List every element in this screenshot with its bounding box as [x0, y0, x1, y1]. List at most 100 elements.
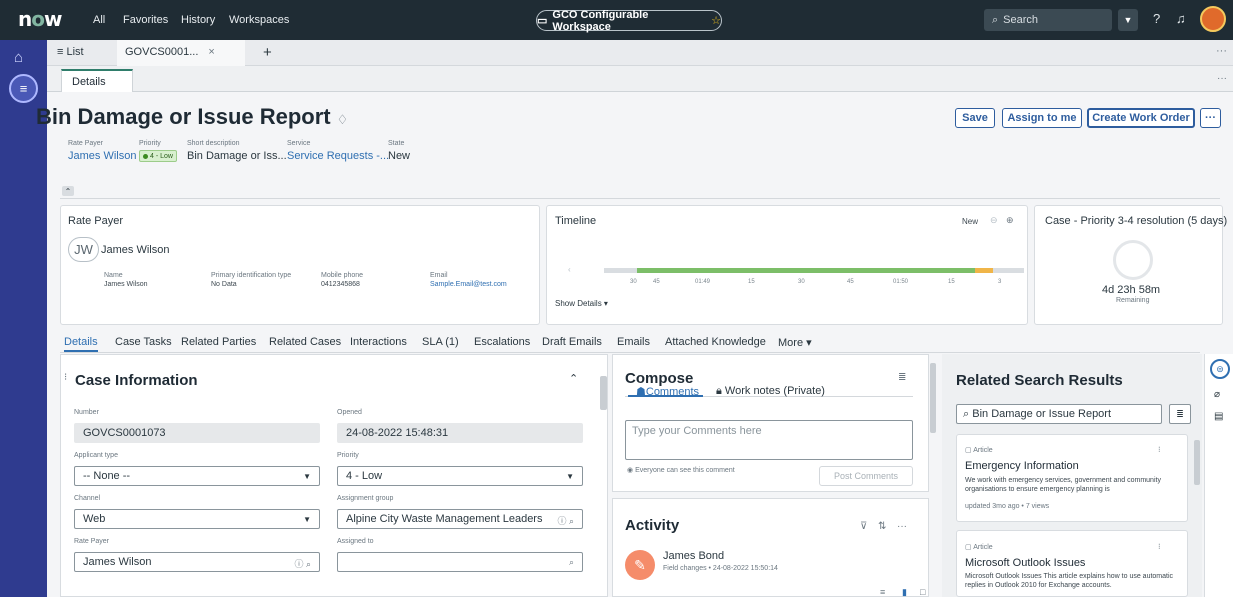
post-comments-button[interactable]: Post Comments	[819, 466, 913, 486]
timeline-tick: 01:50	[893, 279, 909, 285]
agent-assist-icon[interactable]: ⊜	[1210, 359, 1230, 379]
info-search-icons[interactable]: ⓘ ⌕	[294, 557, 311, 570]
favorite-star-icon[interactable]: ☆	[711, 14, 721, 27]
document-icon[interactable]: ▤	[1214, 411, 1223, 422]
tag-icon[interactable]: ♢	[337, 112, 349, 127]
timeline-prev-icon[interactable]: ‹	[568, 265, 571, 274]
nav-history[interactable]: History	[181, 14, 215, 26]
related-search-input[interactable]: ⌕ Bin Damage or Issue Report	[956, 404, 1162, 424]
info-search-icons[interactable]: ⓘ ⌕	[557, 514, 574, 527]
tab-details[interactable]: Details	[64, 336, 98, 352]
notifications-bell-icon[interactable]: ♫	[1176, 11, 1186, 26]
workspace-badge[interactable]: ▭ GCO Configurable Workspace ☆	[536, 9, 722, 33]
layout-list-icon[interactable]: ≡	[880, 587, 885, 597]
assigned-to-field[interactable]: ⌕	[337, 552, 583, 572]
field-value-email[interactable]: Sample.Email@test.com	[430, 281, 507, 288]
nav-favorites[interactable]: Favorites	[123, 14, 168, 26]
more-options-icon[interactable]: ···	[897, 521, 907, 532]
tab-attached-knowledge[interactable]: Attached Knowledge	[665, 336, 766, 348]
priority-value: 4 - Low	[346, 470, 383, 482]
list-tab[interactable]: ≡ List	[57, 46, 84, 58]
search-icon[interactable]: ⌕	[569, 557, 574, 568]
servicenow-logo[interactable]: now	[18, 7, 62, 31]
save-button[interactable]: Save	[955, 108, 995, 128]
tab-interactions[interactable]: Interactions	[350, 336, 407, 348]
rate-payer-field[interactable]: James Wilson ⓘ ⌕	[74, 552, 320, 572]
avatar: JW	[68, 237, 99, 262]
attachment-icon[interactable]: ⌀	[1214, 389, 1220, 400]
tab-sla[interactable]: SLA (1)	[422, 336, 459, 348]
tab-more[interactable]: More ▾	[778, 336, 812, 349]
layout-single-icon[interactable]: □	[920, 587, 925, 597]
related-filter-icon[interactable]: ≣	[1169, 404, 1191, 424]
show-details-link[interactable]: Show Details ▾	[555, 299, 608, 308]
field-label-email: Email	[430, 272, 448, 279]
priority-select[interactable]: 4 - Low ▼	[337, 466, 583, 486]
user-avatar[interactable]	[1200, 6, 1226, 32]
search-scope-dropdown[interactable]: ▼	[1118, 9, 1138, 31]
filter-icon[interactable]: ⊽	[860, 521, 867, 532]
assign-to-me-button[interactable]: Assign to me	[1002, 108, 1082, 128]
close-icon[interactable]: ×	[208, 46, 214, 58]
tab-draft-emails[interactable]: Draft Emails	[542, 336, 602, 348]
highlight-value-ratepayer[interactable]: James Wilson	[68, 150, 136, 162]
comment-textarea[interactable]: Type your Comments here	[625, 420, 913, 460]
help-icon[interactable]: ?	[1153, 11, 1160, 26]
more-actions-button[interactable]: ···	[1200, 108, 1221, 128]
nav-all[interactable]: All	[93, 14, 105, 26]
timeline-segment-current[interactable]	[975, 268, 993, 273]
tab-case-tasks[interactable]: Case Tasks	[115, 336, 172, 348]
applicant-type-select[interactable]: -- None -- ▼	[74, 466, 320, 486]
opened-field: 24-08-2022 15:48:31	[337, 423, 583, 443]
highlight-value-service[interactable]: Service Requests -...	[287, 150, 389, 162]
drag-handle-icon[interactable]: ⁝	[64, 372, 67, 383]
form-scrollbar[interactable]	[600, 376, 607, 410]
menu-icon[interactable]: ≡	[9, 74, 38, 103]
tab-work-notes[interactable]: 🔒︎ Work notes (Private)	[716, 385, 825, 398]
ratepayer-card	[60, 205, 540, 325]
number-field: GOVCS0001073	[74, 423, 320, 443]
search-placeholder: Search	[1003, 14, 1039, 26]
article-title[interactable]: Microsoft Outlook Issues	[965, 557, 1085, 569]
collapse-section-icon[interactable]: ⌃	[569, 372, 578, 385]
top-navigation-bar: now All Favorites History Workspaces ▭ G…	[0, 0, 1233, 40]
field-label-idtype: Primary identification type	[211, 272, 292, 279]
more-options-icon[interactable]: ···	[1217, 73, 1227, 84]
tab-related-parties[interactable]: Related Parties	[181, 336, 256, 348]
ratepayer-name[interactable]: James Wilson	[101, 244, 169, 256]
sort-icon[interactable]: ⇅	[878, 521, 886, 532]
article-title[interactable]: Emergency Information	[965, 460, 1079, 472]
compose-settings-icon[interactable]: ≣	[898, 372, 906, 383]
related-scrollbar[interactable]	[1194, 440, 1200, 485]
new-tab-plus-icon[interactable]: +	[263, 44, 272, 61]
nav-workspaces[interactable]: Workspaces	[229, 14, 289, 26]
activity-panel	[612, 498, 929, 597]
tab-emails[interactable]: Emails	[617, 336, 650, 348]
record-tab[interactable]: GOVCS0001... ×	[117, 40, 245, 66]
home-icon[interactable]: ⌂	[14, 49, 23, 66]
channel-select[interactable]: Web ▼	[74, 509, 320, 529]
global-search-input[interactable]: ⌕ Search	[984, 9, 1112, 31]
layout-split-icon[interactable]: ▮	[902, 587, 907, 597]
timeline-segment-new[interactable]	[637, 268, 975, 273]
article-icon: ▢	[965, 544, 972, 551]
create-work-order-button[interactable]: Create Work Order	[1087, 108, 1195, 128]
article-type: ▢ Article	[965, 543, 993, 551]
priority-badge: 4 - Low	[139, 150, 177, 162]
assignment-group-field[interactable]: Alpine City Waste Management Leaders ⓘ ⌕	[337, 509, 583, 529]
tab-escalations[interactable]: Escalations	[474, 336, 530, 348]
tab-related-cases[interactable]: Related Cases	[269, 336, 341, 348]
search-icon: ⌕	[963, 408, 970, 420]
highlight-label-shortdesc: Short description	[187, 140, 240, 147]
article-menu-icon[interactable]: ⁝	[1158, 542, 1161, 551]
field-label-assigned-to: Assigned to	[337, 538, 374, 545]
more-options-icon[interactable]: ···	[1216, 45, 1227, 57]
compose-scrollbar[interactable]	[930, 363, 936, 433]
zoom-in-icon[interactable]: ⊕	[1006, 215, 1014, 226]
tab-details[interactable]: Details	[61, 69, 133, 93]
priority-badge-label: 4 - Low	[150, 152, 173, 160]
article-menu-icon[interactable]: ⁝	[1158, 445, 1161, 454]
timeline-tick: 01:49	[695, 279, 711, 285]
zoom-out-icon[interactable]: ⊖	[990, 215, 998, 226]
collapse-header-icon[interactable]: ⌃	[62, 186, 74, 196]
